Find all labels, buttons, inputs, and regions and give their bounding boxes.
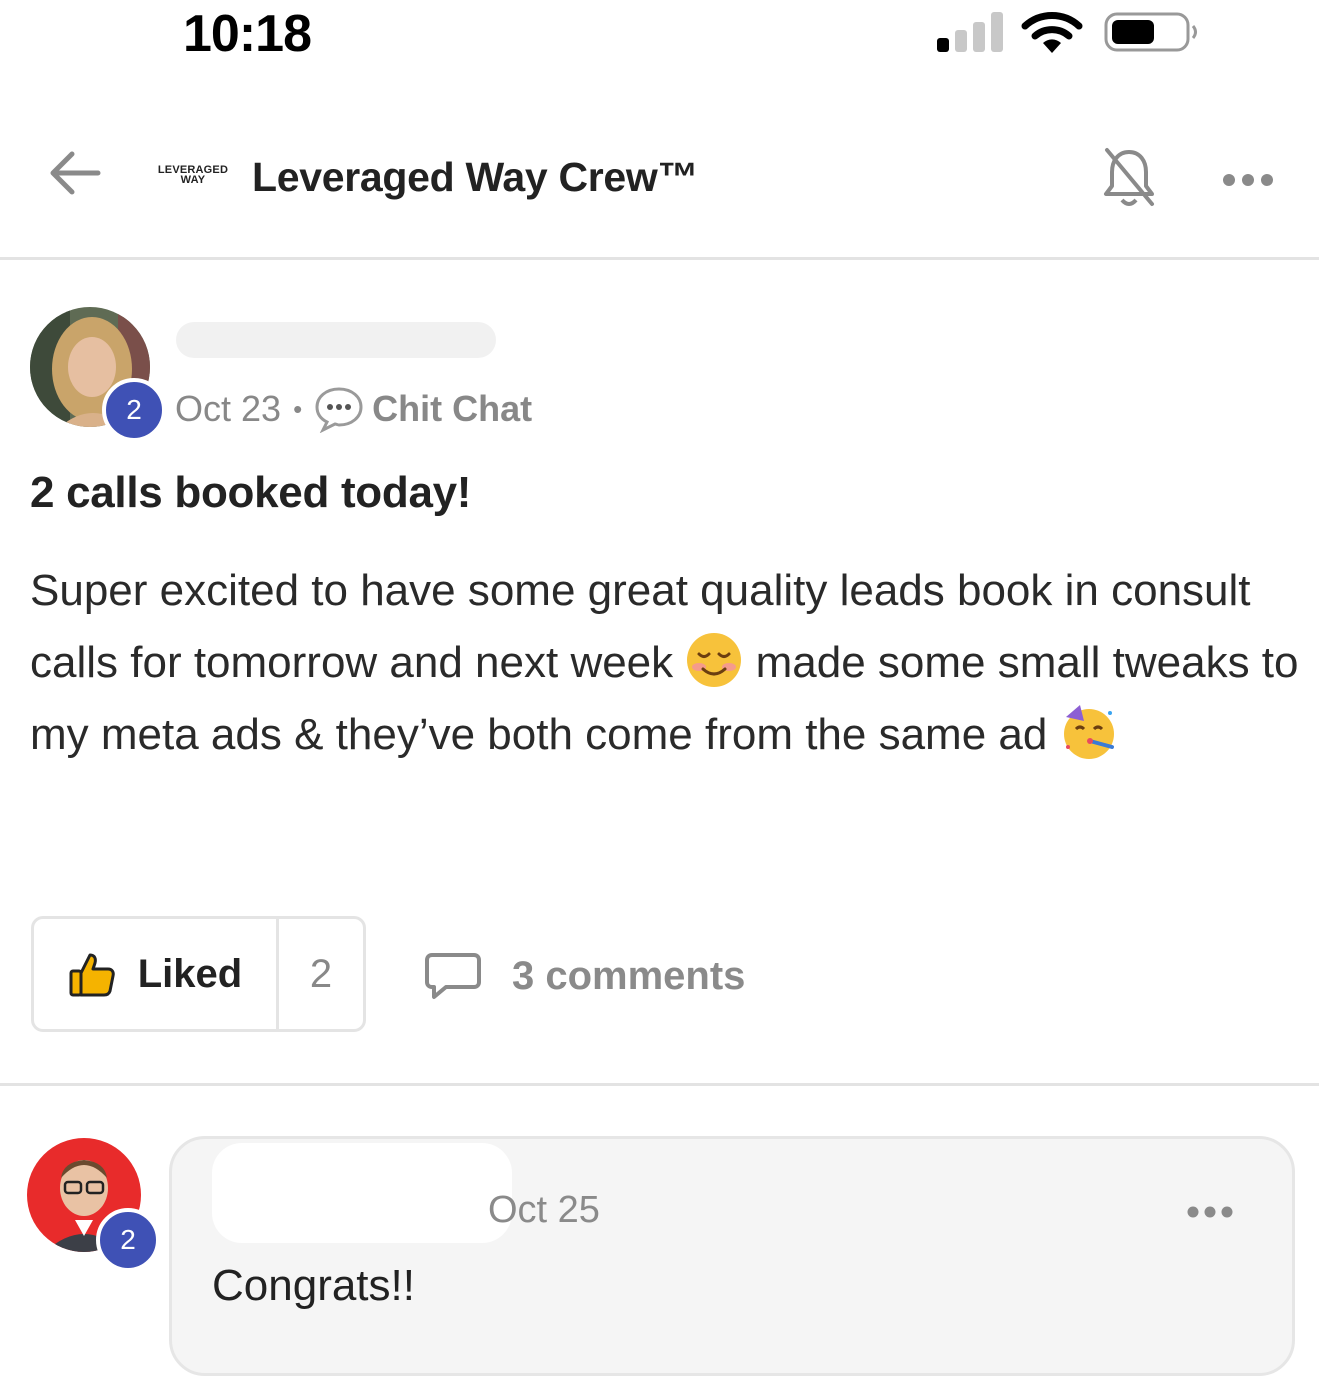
section-divider xyxy=(0,1083,1319,1086)
wifi-icon xyxy=(1021,12,1083,53)
cellular-signal-icon xyxy=(937,12,1003,52)
like-button[interactable]: Liked xyxy=(34,919,279,1029)
group-title[interactable]: Leveraged Way Crew™ xyxy=(252,154,699,201)
battery-icon xyxy=(1104,12,1197,52)
comment-text: Congrats!! xyxy=(212,1261,415,1310)
post-category[interactable]: Chit Chat xyxy=(372,388,532,430)
comments-label: 3 comments xyxy=(512,953,746,998)
back-arrow-icon[interactable] xyxy=(48,148,102,198)
comments-button[interactable]: 3 comments xyxy=(424,950,745,1002)
thumbs-up-icon xyxy=(69,953,115,997)
post-meta: Oct 23 • Chit Chat xyxy=(175,386,532,433)
smiling-face-icon xyxy=(687,633,742,687)
like-control: Liked 2 xyxy=(31,916,366,1032)
status-bar: 10:18 xyxy=(0,0,1319,70)
status-time: 10:18 xyxy=(183,5,312,63)
comment-date: Oct 25 xyxy=(488,1189,600,1231)
like-count[interactable]: 2 xyxy=(279,919,363,1029)
logo-line2: WAY xyxy=(180,174,206,186)
meta-separator: • xyxy=(293,393,303,424)
post-date: Oct 23 xyxy=(175,388,282,429)
comment-author-redacted xyxy=(212,1143,512,1243)
post-title[interactable]: 2 calls booked today! xyxy=(30,468,471,518)
bell-off-icon[interactable] xyxy=(1102,146,1156,210)
post-body: Super excited to have some great quality… xyxy=(30,555,1305,771)
comment-author-level-badge: 2 xyxy=(96,1208,160,1272)
speech-bubble-icon xyxy=(315,387,363,433)
more-options-icon[interactable] xyxy=(1222,170,1274,190)
comment-card: Oct 25 Congrats!! xyxy=(169,1136,1295,1376)
group-header: LEVERAGED WAY Leveraged Way Crew™ xyxy=(0,120,1319,260)
author-name-redacted xyxy=(176,322,496,358)
comment-more-icon[interactable] xyxy=(1187,1203,1233,1221)
like-label: Liked xyxy=(137,951,243,996)
party-face-icon xyxy=(1063,705,1114,759)
group-logo[interactable]: LEVERAGED WAY xyxy=(156,165,230,186)
comment-bubble-icon xyxy=(425,953,481,999)
post-author-level-badge: 2 xyxy=(102,378,166,442)
